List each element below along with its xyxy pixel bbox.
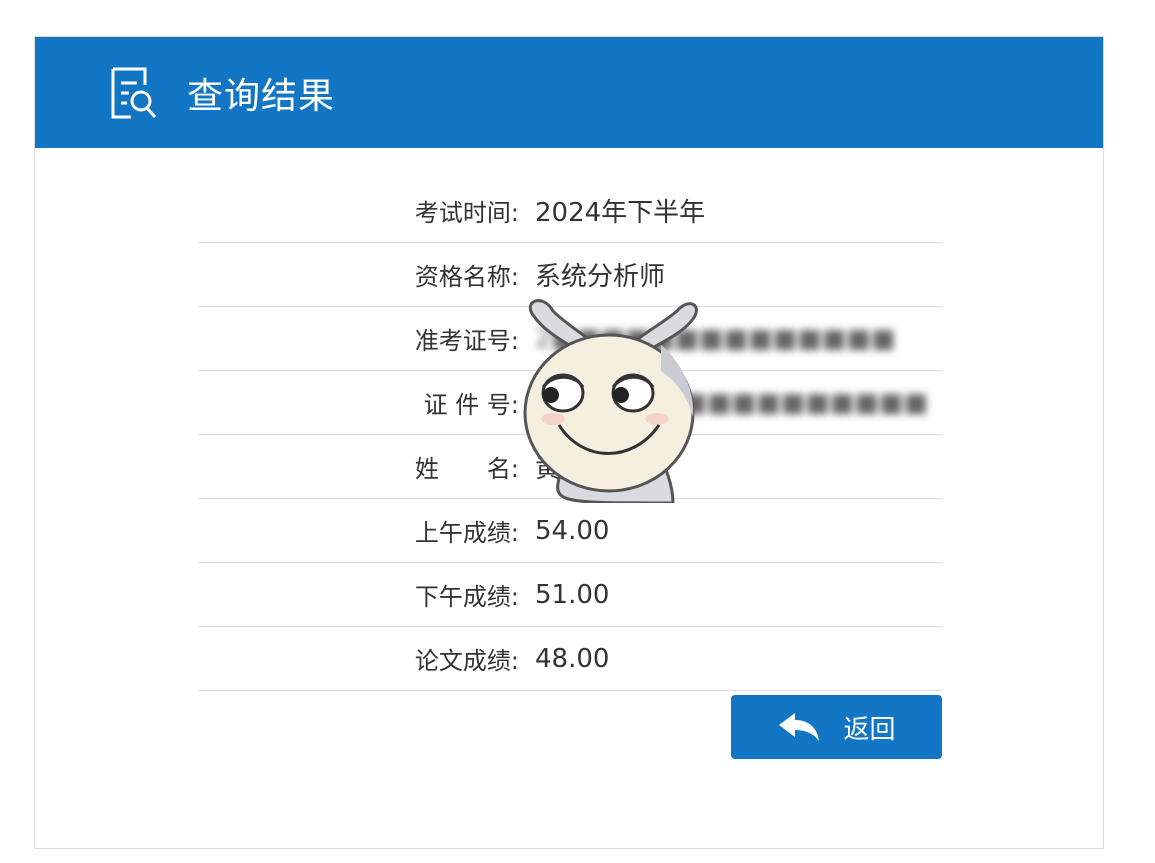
reply-arrow-icon: [777, 711, 821, 743]
result-row-exam-time: 考试时间: 2024年下半年: [199, 179, 942, 243]
row-value: 2024年下半年: [535, 198, 706, 228]
result-card: 查询结果 考试时间: 2024年下半年 资格名称: 系统分析师 准考证号: 2■…: [34, 36, 1104, 849]
result-row-morning-score: 上午成绩: 54.00: [199, 499, 942, 563]
back-button-label: 返回: [843, 714, 896, 745]
row-label: 上午成绩:: [414, 519, 519, 547]
row-value: 51.00: [535, 579, 610, 610]
search-document-icon: [107, 65, 159, 121]
card-header: 查询结果: [35, 37, 1103, 148]
page-title: 查询结果: [187, 75, 336, 117]
result-row-essay-score: 论文成绩: 48.00: [199, 627, 942, 691]
row-value: 54.00: [535, 515, 610, 546]
row-value: 48.00: [535, 643, 610, 674]
row-value: 系统分析师: [535, 262, 666, 292]
row-label: 证 件 号:: [423, 391, 519, 419]
row-label: 考试时间:: [414, 199, 519, 227]
row-label: 下午成绩:: [414, 583, 519, 611]
row-label: 资格名称:: [414, 263, 519, 291]
result-row-afternoon-score: 下午成绩: 51.00: [199, 563, 942, 627]
bunny-sticker: [523, 293, 703, 505]
row-label: 论文成绩:: [414, 647, 519, 675]
back-button[interactable]: 返回: [731, 695, 942, 759]
row-label: 姓 名:: [414, 455, 519, 483]
row-label: 准考证号:: [414, 327, 519, 355]
